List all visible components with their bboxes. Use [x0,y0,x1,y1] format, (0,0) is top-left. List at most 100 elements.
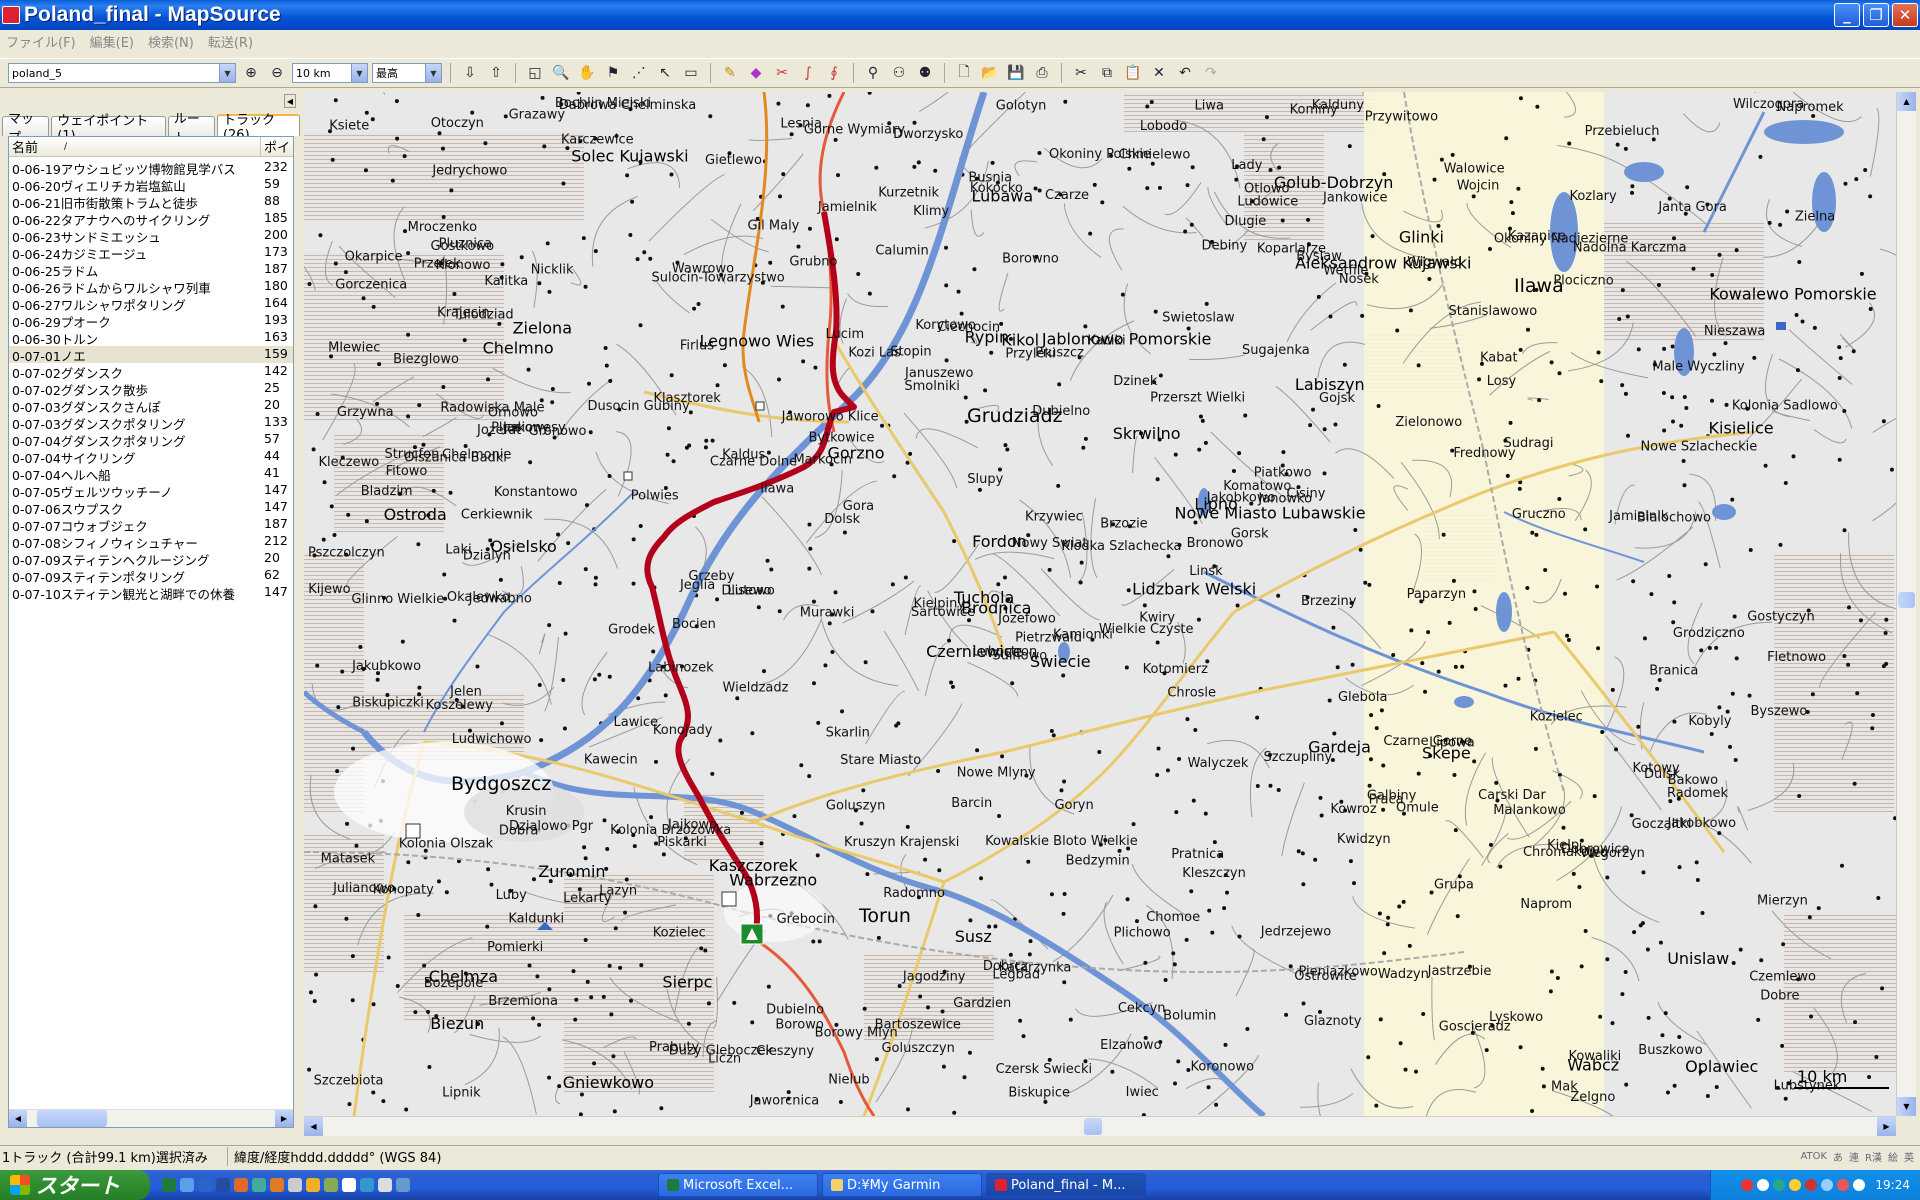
town-label-small[interactable]: Szczupliny [1263,750,1332,765]
town-label-small[interactable]: Biskupice [1008,1085,1070,1100]
find-nearest-icon[interactable]: ⚇ [888,62,910,84]
town-label-small[interactable]: Kozielec [1530,709,1583,724]
town-label[interactable]: Zielona [513,319,572,338]
join-track-icon[interactable]: ∫ [797,62,819,84]
town-label[interactable]: Susz [955,927,992,946]
taskbar-item-my-garmin[interactable]: D:¥My Garmin [822,1173,982,1197]
town-label-small[interactable]: Fletnowo [1767,650,1826,665]
scroll-left-icon[interactable]: ◀ [9,1110,27,1127]
town-label-small[interactable]: Dworzysko [893,127,963,142]
town-label-small[interactable]: Kotomierz [1143,662,1209,677]
town-label[interactable]: Gniewkowo [563,1073,654,1092]
town-label-small[interactable]: Gojsk [1319,391,1355,406]
town-label-small[interactable]: Nosek [1339,272,1379,287]
town-label-small[interactable]: Dobrowice [1561,842,1630,857]
scroll-right-icon[interactable]: ▶ [275,1110,293,1127]
town-label-small[interactable]: Kwiry [1139,610,1175,625]
track-row[interactable]: 0-07-10スティテン観光と湖畔での休養 147 [9,584,293,601]
town-label-small[interactable]: Kozielec [653,926,706,941]
town-label-small[interactable]: Bocien [672,617,716,632]
town-label-small[interactable]: Jaworcnica [749,1094,820,1109]
tray-icon[interactable] [1805,1179,1818,1191]
tray-icon[interactable] [1853,1179,1866,1191]
town-label[interactable]: Biezun [430,1014,484,1033]
town-label-small[interactable]: Bolumin [1163,1009,1216,1024]
town-label-small[interactable]: Karczewice [561,132,634,147]
ime-atok[interactable]: ATOK [1800,1151,1827,1162]
town-label-small[interactable]: Ostrowite [1294,969,1356,984]
pencil-tool-icon[interactable]: ✎ [719,62,741,84]
map-vertical-scrollbar[interactable]: ▲ ▼ [1896,92,1916,1116]
menu-edit[interactable]: 編集(E) [90,32,134,51]
town-label-small[interactable]: Pomierki [487,940,543,955]
town-label-small[interactable]: Jamielnik [817,200,878,215]
town-label-small[interactable]: Konopaty [373,882,434,897]
town-label-small[interactable]: Brzozie [1100,517,1147,532]
town-label-small[interactable]: Dusocin Gubiny [588,399,691,414]
town-label[interactable]: Lidzbark Welski [1132,579,1256,598]
ime-mode[interactable]: あ [1833,1149,1843,1164]
town-label-small[interactable]: Przelek [414,256,461,271]
track-row[interactable]: 0-07-03グダンスクポタリング 133 [9,414,293,431]
paste-icon[interactable]: 📋 [1122,62,1144,84]
town-label-small[interactable]: Goryn [1054,798,1093,813]
town-label-small[interactable]: Strucfon [384,447,439,462]
town-label-small[interactable]: Klimy [913,204,949,219]
open-file-icon[interactable]: 📂 [979,62,1001,84]
town-label-small[interactable]: Brzemiona [488,994,558,1009]
town-label[interactable]: Kaszczorek [709,856,799,875]
chevron-down-icon[interactable]: ▼ [219,64,235,82]
town-label-small[interactable]: Cerkiewnik [461,508,533,523]
town-label-small[interactable]: Borowno [1002,252,1059,267]
town-label-small[interactable]: Dzialowo Pgr [509,819,594,834]
eraser-tool-icon[interactable]: ◆ [745,62,767,84]
town-label-small[interactable]: Przyleki [1005,346,1055,361]
tray-icon[interactable] [1741,1179,1754,1191]
delete-icon[interactable]: ✕ [1148,62,1170,84]
town-label[interactable]: Golub-Dobrzyn [1274,173,1394,192]
town-label-small[interactable]: Grubno [789,254,837,269]
town-label-small[interactable]: Lady [1231,158,1262,173]
town-label-small[interactable]: Gorne Wymiary [804,123,905,138]
town-label-small[interactable]: Czarne Gorne [1383,734,1472,749]
track-row[interactable]: 0-07-08シフィノウィシュチャー 212 [9,533,293,550]
track-row[interactable]: 0-07-04サイクリング 44 [9,448,293,465]
town-label-small[interactable]: Carski Dar [1478,788,1546,803]
town-label-small[interactable]: Branica [1649,663,1698,678]
town-label-small[interactable]: Fitowo [386,464,428,479]
town-label-small[interactable]: Dlutowo [721,583,775,598]
town-label-small[interactable]: Barcin [951,796,992,811]
town-label-small[interactable]: Ksiete [329,118,369,133]
track-row[interactable]: 0-06-24カジミエージュ 173 [9,244,293,261]
track-row[interactable]: 0-06-23サンドミエッシュ 200 [9,227,293,244]
town-label-small[interactable]: Grupa [1434,877,1474,892]
town-label[interactable]: Kisielice [1709,419,1774,438]
app-icon[interactable] [324,1178,338,1192]
town-label-small[interactable]: Dolsk [824,512,860,527]
zoom-out-icon[interactable]: ⊖ [266,62,288,84]
app-icon[interactable] [360,1178,374,1192]
ime-toolbar[interactable]: ATOK あ 連 R漢 絵 英 [1800,1147,1914,1166]
map-view[interactable]: Bydgoszcz Torun Grudziadz Ilawa Swiecie Chelm… [304,92,1896,1116]
town-label-small[interactable]: Piatkowo [1254,466,1312,481]
scroll-left-icon[interactable]: ◀ [304,1117,323,1136]
tray-icon[interactable] [1773,1179,1786,1191]
town-label-small[interactable]: Kaldunki [508,912,564,927]
town-label-small[interactable]: Walyczek [1188,756,1249,771]
start-button[interactable]: スタート [0,1170,150,1200]
town-label-small[interactable]: Czarze [1045,188,1089,203]
town-label-small[interactable]: Jozefowo [997,612,1056,627]
folder-icon[interactable] [306,1178,320,1192]
track-row[interactable]: 0-06-27ワルシャワポタリング 164 [9,295,293,312]
town-label-small[interactable]: Tulodziad [452,307,514,322]
town-label-small[interactable]: Lubostron [973,644,1038,659]
hand-tool-icon[interactable]: ✋ [576,62,598,84]
waypoint-tool-icon[interactable]: ⚑ [602,62,624,84]
town-label-small[interactable]: Golotyn [996,99,1047,114]
town-label-small[interactable]: Gorsk [1231,526,1269,541]
minimize-button[interactable]: _ [1834,3,1860,27]
undo-icon[interactable]: ↶ [1174,62,1196,84]
filter-track-icon[interactable]: ∮ [823,62,845,84]
ie-icon[interactable] [198,1178,212,1192]
map-horizontal-scrollbar[interactable]: ◀ ▶ [304,1116,1896,1136]
